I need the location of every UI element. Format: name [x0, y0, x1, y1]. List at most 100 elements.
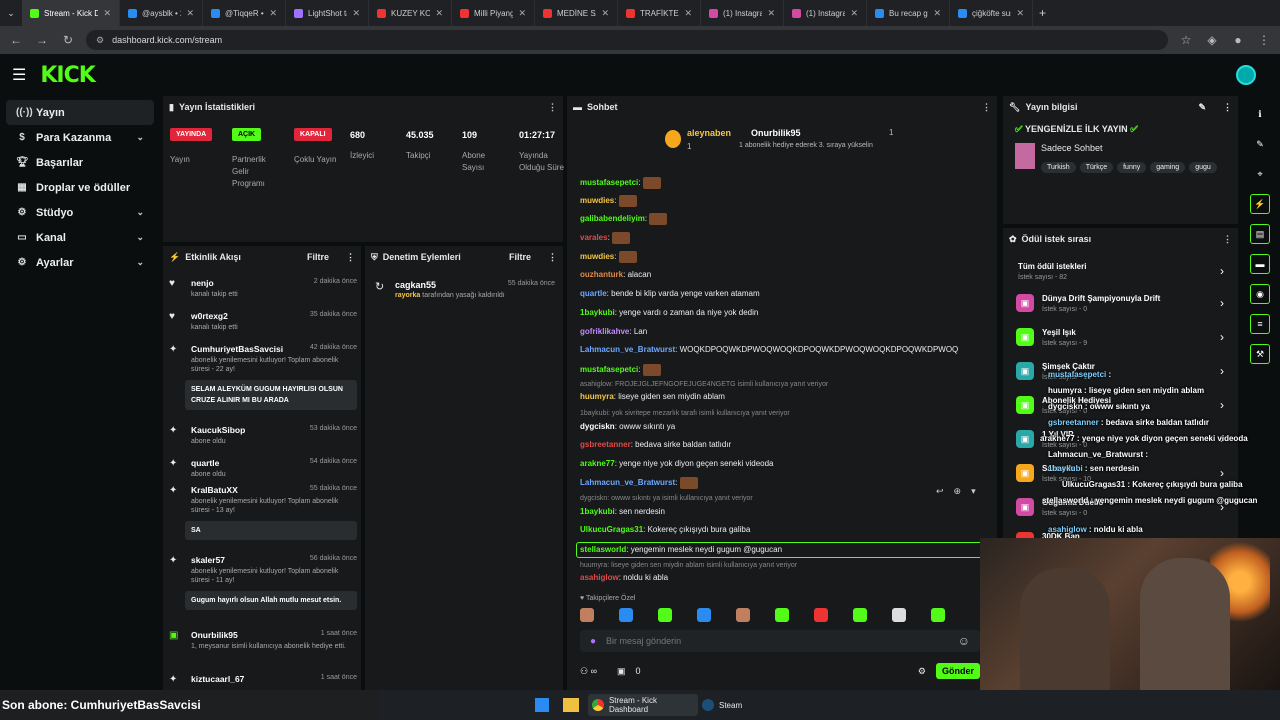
- leader-user-1[interactable]: aleynaben: [687, 128, 731, 138]
- reward-item[interactable]: Tüm ödül istekleri İstek sayısı - 82 ›: [1014, 258, 1232, 292]
- chat-input[interactable]: ● ☺: [580, 630, 980, 652]
- tab-search-icon[interactable]: ⌄: [0, 8, 22, 19]
- stream-tag[interactable]: Türkçe: [1079, 162, 1114, 173]
- reward-item[interactable]: ▣ Dünya Drift Şampiyonuyla Drift İstek say…: [1014, 290, 1232, 324]
- browser-tab[interactable]: @aysblk • 20 ✕: [120, 0, 203, 26]
- more-icon[interactable]: ⋮: [982, 102, 991, 113]
- chat-username[interactable]: Lahmacun_ve_Bratwurst: [580, 478, 675, 487]
- mic-icon[interactable]: ●: [590, 636, 596, 647]
- info-icon[interactable]: ℹ: [1250, 104, 1270, 124]
- kick-logo[interactable]: KICK: [40, 63, 95, 88]
- activity-filter-button[interactable]: Filtre: [307, 252, 329, 262]
- chat-username[interactable]: galibabendeliyim: [580, 214, 645, 223]
- new-tab-icon[interactable]: +: [1039, 6, 1046, 20]
- windows-start-icon[interactable]: [535, 698, 549, 712]
- reload-icon[interactable]: ↻: [60, 33, 76, 47]
- more-icon[interactable]: ⋮: [346, 252, 355, 263]
- delete-icon[interactable]: ▾: [971, 486, 976, 500]
- chevron-right-icon[interactable]: ›: [1220, 330, 1224, 344]
- browser-tab[interactable]: Bu recap gizli ✕: [867, 0, 950, 26]
- chat-username[interactable]: quartle: [580, 289, 607, 298]
- emote-icon[interactable]: [931, 608, 945, 622]
- reward-item[interactable]: ▣ Yeşil Işık İstek sayısı - 9 ›: [1014, 324, 1232, 358]
- emote-icon[interactable]: [619, 608, 633, 622]
- edit-icon[interactable]: ✎: [1250, 134, 1270, 154]
- chat-username[interactable]: Lahmacun_ve_Bratwurst: [580, 345, 675, 354]
- lightning-icon[interactable]: ⚡: [1250, 194, 1270, 214]
- close-tab-icon[interactable]: ✕: [601, 8, 609, 19]
- browser-tab[interactable]: Milli Piyango ✕: [452, 0, 535, 26]
- focus-icon[interactable]: ⌖: [1250, 164, 1270, 184]
- emote-icon[interactable]: [853, 608, 867, 622]
- menu-icon[interactable]: ⋮: [1256, 33, 1272, 47]
- emote-icon[interactable]: [658, 608, 672, 622]
- chat-username[interactable]: muwdies: [580, 252, 614, 261]
- chat-username[interactable]: gofriklikahve: [580, 327, 629, 336]
- file-explorer-icon[interactable]: [563, 698, 579, 712]
- more-icon[interactable]: ⋮: [548, 102, 557, 113]
- chevron-right-icon[interactable]: ›: [1220, 264, 1224, 278]
- close-tab-icon[interactable]: ✕: [684, 8, 692, 19]
- pin-icon[interactable]: ⊕: [954, 486, 962, 500]
- profile-icon[interactable]: ●: [1230, 33, 1246, 47]
- chevron-down-icon[interactable]: ⌄: [136, 132, 144, 143]
- chat-username[interactable]: dygciskn: [580, 422, 615, 431]
- user-avatar[interactable]: [1236, 65, 1256, 85]
- emote-icon[interactable]: [814, 608, 828, 622]
- chat-username[interactable]: asahiglow: [580, 573, 619, 582]
- site-info-icon[interactable]: ⚙: [96, 35, 104, 46]
- taskbar-app-chrome[interactable]: Stream - Kick Dashboard: [588, 694, 698, 716]
- send-button[interactable]: Gönder: [935, 663, 980, 679]
- chevron-right-icon[interactable]: ›: [1220, 296, 1224, 310]
- browser-tab[interactable]: (1) Instagram ✕: [701, 0, 784, 26]
- chevron-right-icon[interactable]: ›: [1220, 398, 1224, 412]
- mod-target-name[interactable]: cagkan55: [395, 280, 436, 290]
- browser-tab[interactable]: KUZEY KORE'Y ✕: [369, 0, 452, 26]
- browser-tab[interactable]: TRAFİKTE TEH ✕: [618, 0, 701, 26]
- more-icon[interactable]: ⋮: [1223, 102, 1232, 113]
- browser-tab[interactable]: @TiqqeR • 20 ✕: [203, 0, 286, 26]
- close-tab-icon[interactable]: ✕: [352, 8, 360, 19]
- tool-icon[interactable]: ⚒: [1250, 344, 1270, 364]
- close-tab-icon[interactable]: ✕: [518, 8, 526, 19]
- chat-username[interactable]: gsbreetanner: [580, 440, 631, 449]
- emote-icon[interactable]: [697, 608, 711, 622]
- browser-tab[interactable]: MEDİNE SAYA ✕: [535, 0, 618, 26]
- chat-username[interactable]: 1baykubi: [580, 308, 615, 317]
- chat-username[interactable]: arakne77: [580, 459, 615, 468]
- sidebar-item-2[interactable]: 🏆︎ Başarılar: [6, 150, 154, 175]
- users-icon[interactable]: ⚇ ∞: [580, 666, 597, 677]
- close-tab-icon[interactable]: ✕: [435, 8, 443, 19]
- edit-icon[interactable]: ✎: [1198, 102, 1206, 113]
- extensions-icon[interactable]: ◈: [1204, 33, 1220, 47]
- note-icon[interactable]: ▤: [1250, 224, 1270, 244]
- forward-icon[interactable]: →: [34, 33, 50, 47]
- sidebar-item-5[interactable]: ▭ Kanal ⌄: [6, 225, 154, 250]
- chevron-right-icon[interactable]: ›: [1220, 466, 1224, 480]
- browser-tab[interactable]: (1) Instagram ✕: [784, 0, 867, 26]
- chat-username[interactable]: ouzhanturk: [580, 270, 623, 279]
- broadcast-icon[interactable]: ◉: [1250, 284, 1270, 304]
- chat-username[interactable]: muwdies: [580, 196, 614, 205]
- chat-settings-icon[interactable]: ⚙: [918, 666, 926, 677]
- emote-icon[interactable]: [892, 608, 906, 622]
- chevron-down-icon[interactable]: ⌄: [136, 207, 144, 218]
- emote-icon[interactable]: [775, 608, 789, 622]
- chat-username[interactable]: huumyra: [580, 392, 614, 401]
- close-tab-icon[interactable]: ✕: [767, 8, 775, 19]
- emote-icon[interactable]: [580, 608, 594, 622]
- close-tab-icon[interactable]: ✕: [850, 8, 858, 19]
- chat-username[interactable]: mustafasepetci: [580, 365, 638, 374]
- chevron-down-icon[interactable]: ⌄: [136, 257, 144, 268]
- browser-tab[interactable]: çiğköfte sushi ✕: [950, 0, 1033, 26]
- emote-icon[interactable]: [736, 608, 750, 622]
- emoji-icon[interactable]: ☺: [958, 634, 970, 648]
- gift-icon[interactable]: ▣: [617, 666, 626, 677]
- close-tab-icon[interactable]: ✕: [103, 8, 111, 19]
- chat-message-input[interactable]: [606, 636, 948, 646]
- chevron-down-icon[interactable]: ⌄: [136, 232, 144, 243]
- url-field[interactable]: ⚙ dashboard.kick.com/stream: [86, 30, 1168, 50]
- sidebar-item-4[interactable]: ⚙ Stüdyo ⌄: [6, 200, 154, 225]
- close-tab-icon[interactable]: ✕: [269, 8, 277, 19]
- back-icon[interactable]: ←: [8, 33, 24, 47]
